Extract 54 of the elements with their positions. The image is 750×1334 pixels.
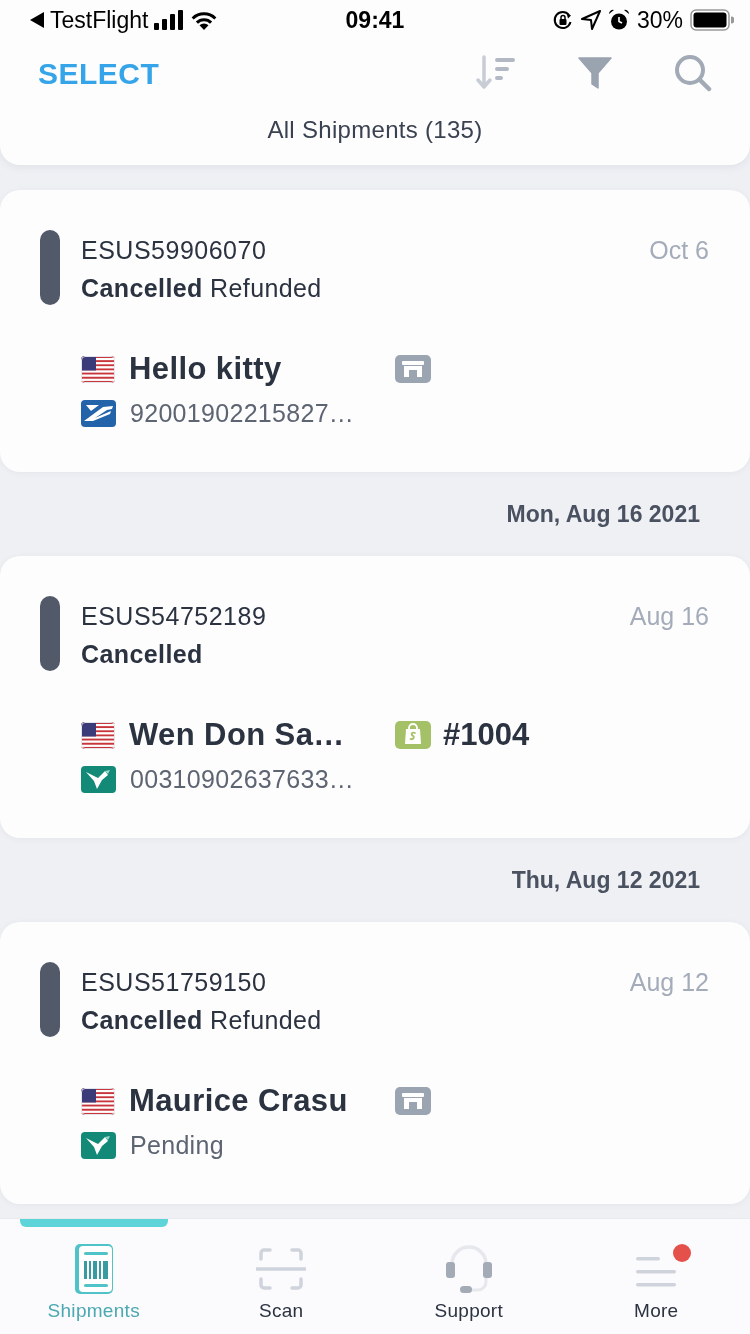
alarm-clock-icon — [607, 9, 630, 31]
date-group-header: Mon, Aug 16 2021 — [506, 499, 700, 529]
flag-icon — [81, 355, 115, 383]
carrier-logo-icon — [81, 765, 116, 793]
recipient-name: Maurice Crasu — [129, 1082, 348, 1120]
signal-icon — [154, 10, 185, 30]
shipment-id: ESUS59906070 — [81, 235, 268, 266]
status-time: 09:41 — [345, 5, 405, 35]
headset-icon — [444, 1244, 493, 1294]
sort-icon[interactable] — [476, 55, 516, 91]
storefront-icon — [395, 1087, 431, 1115]
carrier-logo-icon — [81, 1131, 116, 1159]
battery-percentage: 30% — [636, 5, 683, 35]
list-title: All Shipments (135) — [267, 115, 483, 145]
shipment-date: Oct 6 — [649, 235, 709, 266]
tracking-number: Pending — [130, 1130, 224, 1161]
scan-frame-icon — [256, 1247, 307, 1291]
shipment-card[interactable]: ESUS54752189 Cancelled Aug 16 Wen Don Sa… #1004 00310902637633… — [0, 556, 750, 838]
tracking-number: 92001902215827… — [130, 398, 355, 429]
carrier-logo-icon — [81, 399, 116, 427]
shipment-card[interactable]: ESUS51759150 Cancelled Refunded Aug 12 Maurice Crasu Pending — [0, 922, 750, 1204]
rotation-lock-icon — [551, 9, 574, 31]
storefront-icon — [395, 355, 431, 383]
barcode-card-icon — [74, 1244, 113, 1294]
back-arrow-icon[interactable] — [30, 12, 44, 28]
shopping-bag-icon — [395, 721, 431, 749]
shipment-status: Cancelled — [81, 639, 204, 670]
recipient-name: Hello kitty — [129, 350, 282, 388]
tab-label: More — [634, 1299, 679, 1323]
shipment-date: Aug 12 — [629, 967, 709, 998]
tab-bar-item[interactable]: Support — [375, 1219, 563, 1334]
search-icon[interactable] — [674, 54, 712, 92]
tracking-number: 00310902637633… — [130, 764, 355, 795]
tab-bar-item[interactable]: More — [562, 1219, 750, 1334]
battery-icon — [690, 9, 734, 31]
back-app-label[interactable]: TestFlight — [50, 2, 149, 38]
tab-label: Shipments — [47, 1299, 140, 1323]
location-arrow-icon — [580, 10, 601, 30]
shipment-status: Cancelled Refunded — [81, 273, 322, 304]
recipient-name: Wen Don Sa… — [129, 716, 345, 754]
tab-label: Scan — [259, 1299, 304, 1323]
date-group-header: Thu, Aug 12 2021 — [511, 865, 700, 895]
order-number: #1004 — [443, 716, 530, 754]
shipment-id: ESUS54752189 — [81, 601, 267, 632]
shipment-status: Cancelled Refunded — [81, 1005, 322, 1036]
tab-label: Support — [434, 1299, 504, 1323]
filter-icon[interactable] — [578, 56, 612, 90]
tab-bar-item[interactable]: Scan — [187, 1219, 375, 1334]
shipment-card[interactable]: ESUS59906070 Cancelled Refunded Oct 6 Hello kitty 92001902215827… — [0, 190, 750, 472]
shipment-id: ESUS51759150 — [81, 967, 268, 998]
wifi-icon — [190, 10, 219, 30]
flag-icon — [81, 1087, 115, 1115]
shipment-date: Aug 16 — [629, 601, 709, 632]
flag-icon — [81, 721, 115, 749]
